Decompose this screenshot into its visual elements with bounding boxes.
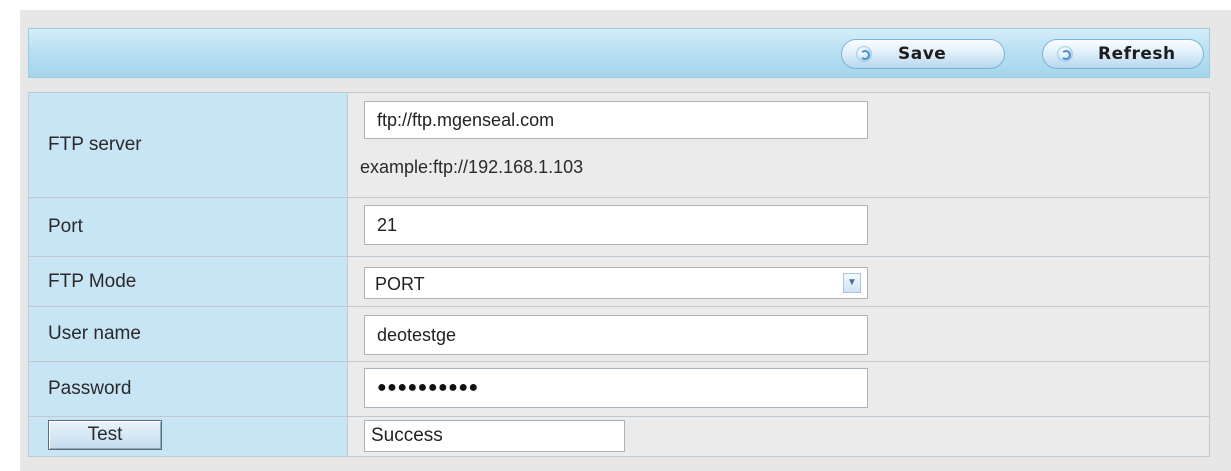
save-button-label: Save: [898, 44, 947, 64]
password-cell: ●●●●●●●●●●: [347, 361, 1210, 417]
test-result-field: Success: [364, 420, 625, 452]
password-label: Password: [28, 361, 348, 417]
test-row: Test Success: [28, 416, 1210, 457]
password-input[interactable]: ●●●●●●●●●●: [364, 368, 868, 408]
test-result-cell: Success: [347, 416, 1210, 457]
ftp-server-row: FTP server ftp://ftp.mgenseal.com exampl…: [28, 92, 1210, 198]
test-button-cell: Test: [28, 416, 348, 457]
ftp-server-label: FTP server: [28, 92, 348, 198]
ftp-server-cell: ftp://ftp.mgenseal.com example:ftp://192…: [347, 92, 1210, 198]
user-name-cell: deotestge: [347, 306, 1210, 362]
ftp-mode-select[interactable]: PORT ▼: [364, 267, 868, 299]
port-input[interactable]: 21: [364, 205, 868, 245]
ftp-mode-row: FTP Mode PORT ▼: [28, 256, 1210, 307]
port-cell: 21: [347, 197, 1210, 257]
save-button[interactable]: Save: [841, 39, 1005, 69]
ftp-settings-form: FTP server ftp://ftp.mgenseal.com exampl…: [28, 92, 1210, 457]
refresh-circle-icon: [856, 46, 872, 62]
ftp-mode-cell: PORT ▼: [347, 256, 1210, 307]
port-label: Port: [28, 197, 348, 257]
ftp-server-example-hint: example:ftp://192.168.1.103: [360, 157, 584, 177]
user-name-label: User name: [28, 306, 348, 362]
test-button[interactable]: Test: [48, 420, 162, 450]
ftp-mode-label: FTP Mode: [28, 256, 348, 307]
refresh-button[interactable]: Refresh: [1042, 39, 1204, 69]
user-name-input[interactable]: deotestge: [364, 315, 868, 355]
ftp-server-input[interactable]: ftp://ftp.mgenseal.com: [364, 101, 868, 139]
user-name-row: User name deotestge: [28, 306, 1210, 362]
password-row: Password ●●●●●●●●●●: [28, 361, 1210, 417]
refresh-circle-icon: [1057, 46, 1073, 62]
ftp-mode-selected-value: PORT: [375, 274, 425, 294]
refresh-button-label: Refresh: [1098, 44, 1176, 64]
chevron-down-icon[interactable]: ▼: [843, 273, 861, 293]
toolbar: Save Refresh: [28, 28, 1210, 78]
port-row: Port 21: [28, 197, 1210, 257]
